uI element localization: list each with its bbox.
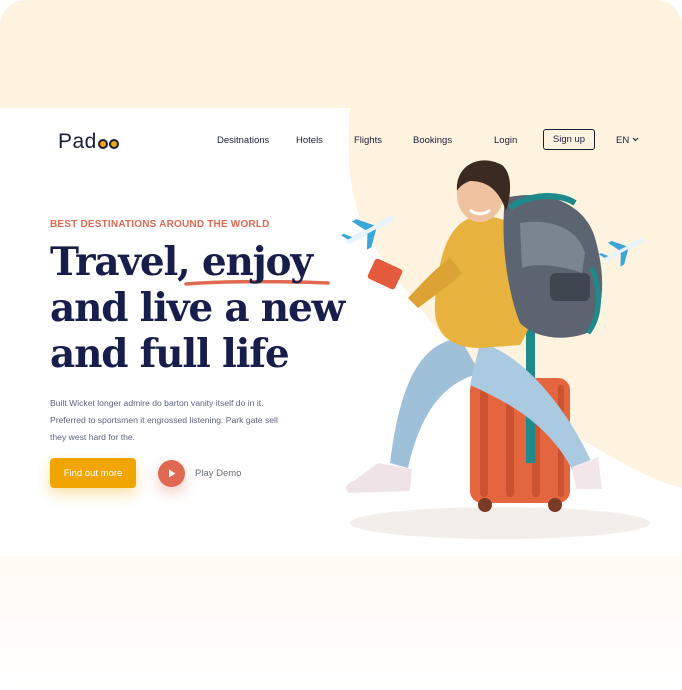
nav-link-destinations[interactable]: Desitnations <box>217 135 269 146</box>
headline-line-2: and live a new <box>50 285 345 331</box>
top-background-band <box>0 0 682 108</box>
traveler-illustration <box>346 160 650 539</box>
chevron-down-icon <box>632 137 639 144</box>
play-icon <box>168 465 176 483</box>
nav-link-hotels[interactable]: Hotels <box>296 135 323 146</box>
bottom-background-band <box>0 556 682 690</box>
brand-logo[interactable]: Pad <box>58 130 119 154</box>
headline-line-1: Travel, enjoy <box>50 239 313 285</box>
headline-line-3: and full life <box>50 331 290 377</box>
play-demo-button[interactable] <box>158 460 185 487</box>
hero-description: Built Wicket longer admire do barton van… <box>50 398 278 442</box>
nav-link-bookings[interactable]: Bookings <box>413 135 452 146</box>
hero-headline: Travel, enjoy and live a new and full li… <box>50 239 350 377</box>
hero-section: Pad Desitnations Hotels Flights Bookings… <box>0 108 682 556</box>
nav-link-flights[interactable]: Flights <box>354 135 382 146</box>
brand-logo-dots <box>97 135 119 149</box>
play-demo-label[interactable]: Play Demo <box>195 468 241 479</box>
language-selector[interactable]: EN <box>616 135 639 146</box>
find-out-more-button[interactable]: Find out more <box>50 458 136 488</box>
hero-eyebrow: BEST DESTINATIONS AROUND THE WORLD <box>50 219 270 230</box>
login-link[interactable]: Login <box>494 135 517 146</box>
page-frame: Pad Desitnations Hotels Flights Bookings… <box>0 0 682 690</box>
language-label: EN <box>616 135 630 146</box>
signup-button[interactable]: Sign up <box>543 129 595 150</box>
brand-name: Pad <box>58 130 97 153</box>
